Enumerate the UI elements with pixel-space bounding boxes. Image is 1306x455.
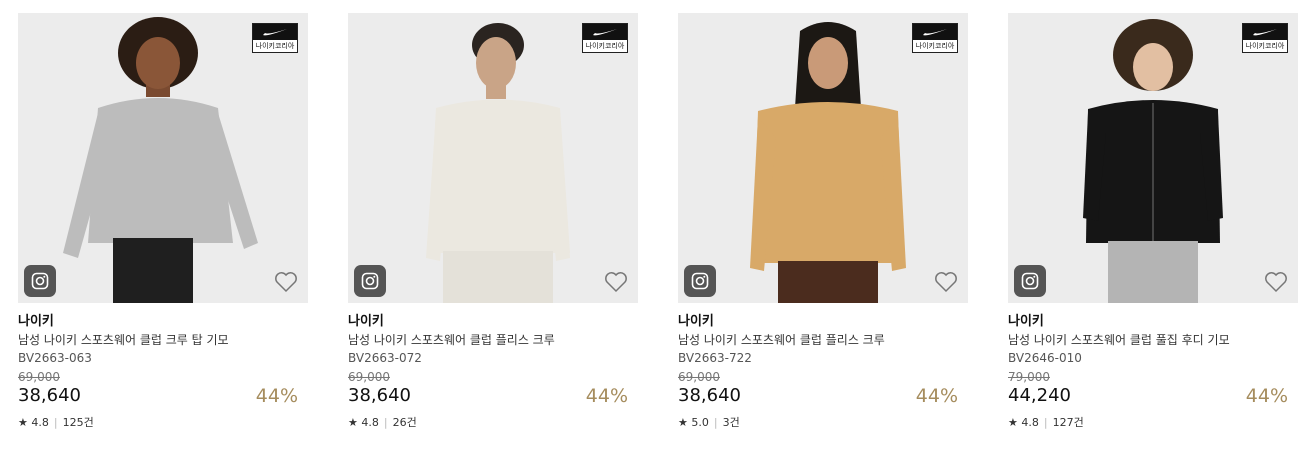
star-icon: ★	[678, 416, 688, 429]
heart-icon[interactable]	[934, 271, 958, 293]
discount-rate: 44%	[915, 385, 958, 407]
badge-label: 나이키코리아	[1245, 42, 1285, 50]
swoosh-icon	[923, 29, 947, 36]
model-photo	[426, 23, 570, 303]
product-code: BV2663-722	[678, 351, 752, 365]
brand-name: 나이키	[1008, 314, 1044, 329]
product-grid: 나이키코리아 나이키 남성 나이키 스포츠웨어 클럽 크루 탑 기모 BV266…	[0, 0, 1306, 455]
brand-name: 나이키	[18, 314, 54, 329]
model-photo	[750, 22, 906, 303]
product-image[interactable]: 나이키코리아	[18, 13, 308, 303]
rating-value: 4.8	[361, 416, 379, 429]
sale-price: 38,640	[18, 385, 81, 406]
review-count: 3건	[722, 416, 740, 429]
rating-value: 4.8	[31, 416, 49, 429]
original-price: 69,000	[348, 370, 390, 384]
instagram-icon[interactable]	[24, 265, 56, 297]
rating-row: ★ 5.0 | 3건	[678, 416, 740, 429]
product-image[interactable]: 나이키코리아	[1008, 13, 1298, 303]
model-photo	[63, 17, 258, 303]
review-count: 125건	[62, 416, 94, 429]
discount-rate: 44%	[255, 385, 298, 407]
original-price: 69,000	[18, 370, 60, 384]
instagram-icon[interactable]	[1014, 265, 1046, 297]
nike-korea-badge: 나이키코리아	[1242, 23, 1288, 53]
product-card[interactable]: 나이키코리아 나이키 남성 나이키 스포츠웨어 클럽 플리스 크루 BV2663…	[678, 13, 968, 431]
badge-label: 나이키코리아	[255, 42, 295, 50]
product-name[interactable]: 남성 나이키 스포츠웨어 클럽 플리스 크루	[678, 331, 968, 349]
nike-korea-badge: 나이키코리아	[582, 23, 628, 53]
rating-row: ★ 4.8 | 127건	[1008, 416, 1084, 429]
swoosh-icon	[593, 29, 617, 36]
rating-row: ★ 4.8 | 26건	[348, 416, 417, 429]
star-icon: ★	[348, 416, 358, 429]
product-name[interactable]: 남성 나이키 스포츠웨어 클럽 플리스 크루	[348, 331, 638, 349]
sale-price: 38,640	[348, 385, 411, 406]
star-icon: ★	[1008, 416, 1018, 429]
product-image[interactable]: 나이키코리아	[678, 13, 968, 303]
original-price: 79,000	[1008, 370, 1050, 384]
heart-icon[interactable]	[274, 271, 298, 293]
rating-row: ★ 4.8 | 125건	[18, 416, 94, 429]
rating-value: 4.8	[1021, 416, 1039, 429]
sale-price: 44,240	[1008, 385, 1071, 406]
product-card[interactable]: 나이키코리아 나이키 남성 나이키 스포츠웨어 클럽 플리스 크루 BV2663…	[348, 13, 638, 431]
discount-rate: 44%	[1245, 385, 1288, 407]
brand-name: 나이키	[678, 314, 714, 329]
product-card[interactable]: 나이키코리아 나이키 남성 나이키 스포츠웨어 클럽 풀집 후디 기모 BV26…	[1008, 13, 1298, 431]
instagram-icon[interactable]	[354, 265, 386, 297]
badge-label: 나이키코리아	[585, 42, 625, 50]
heart-icon[interactable]	[604, 271, 628, 293]
discount-rate: 44%	[585, 385, 628, 407]
product-card[interactable]: 나이키코리아 나이키 남성 나이키 스포츠웨어 클럽 크루 탑 기모 BV266…	[18, 13, 308, 431]
product-name[interactable]: 남성 나이키 스포츠웨어 클럽 크루 탑 기모	[18, 331, 308, 349]
review-count: 127건	[1052, 416, 1084, 429]
nike-korea-badge: 나이키코리아	[252, 23, 298, 53]
badge-label: 나이키코리아	[915, 42, 955, 50]
sale-price: 38,640	[678, 385, 741, 406]
product-code: BV2646-010	[1008, 351, 1082, 365]
rating-value: 5.0	[691, 416, 709, 429]
product-name[interactable]: 남성 나이키 스포츠웨어 클럽 풀집 후디 기모	[1008, 331, 1298, 349]
brand-name: 나이키	[348, 314, 384, 329]
swoosh-icon	[263, 29, 287, 36]
product-code: BV2663-063	[18, 351, 92, 365]
original-price: 69,000	[678, 370, 720, 384]
model-photo	[1083, 19, 1223, 303]
nike-korea-badge: 나이키코리아	[912, 23, 958, 53]
product-image[interactable]: 나이키코리아	[348, 13, 638, 303]
star-icon: ★	[18, 416, 28, 429]
swoosh-icon	[1253, 29, 1277, 36]
product-code: BV2663-072	[348, 351, 422, 365]
heart-icon[interactable]	[1264, 271, 1288, 293]
instagram-icon[interactable]	[684, 265, 716, 297]
review-count: 26건	[392, 416, 417, 429]
